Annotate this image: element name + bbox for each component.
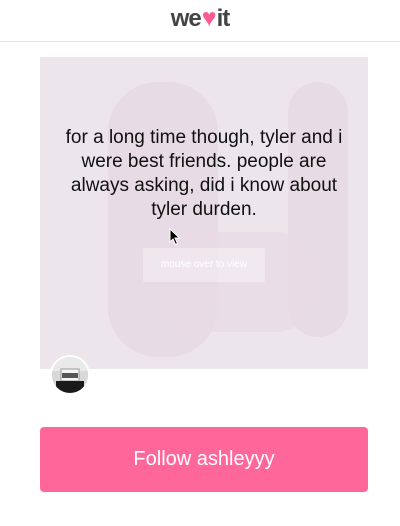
avatar-image xyxy=(52,357,88,393)
follow-user-button[interactable]: Follow ashleyyy xyxy=(40,427,368,492)
mouse-over-to-view-overlay[interactable]: mouse over to view xyxy=(143,248,265,282)
heart-icon: ♥ xyxy=(201,4,217,32)
logo-text-it: it xyxy=(216,5,231,32)
user-avatar[interactable] xyxy=(50,355,90,395)
weheartit-logo[interactable]: we♥it xyxy=(0,4,400,33)
background-figure-bottom xyxy=(155,232,315,332)
post-image-card[interactable]: for a long time though, tyler and i were… xyxy=(40,57,368,369)
top-bar: we♥it xyxy=(0,0,400,42)
mouse-pointer-icon xyxy=(169,228,181,246)
logo-text-we: we xyxy=(170,5,202,32)
post-quote-text: for a long time though, tyler and i were… xyxy=(65,127,343,220)
